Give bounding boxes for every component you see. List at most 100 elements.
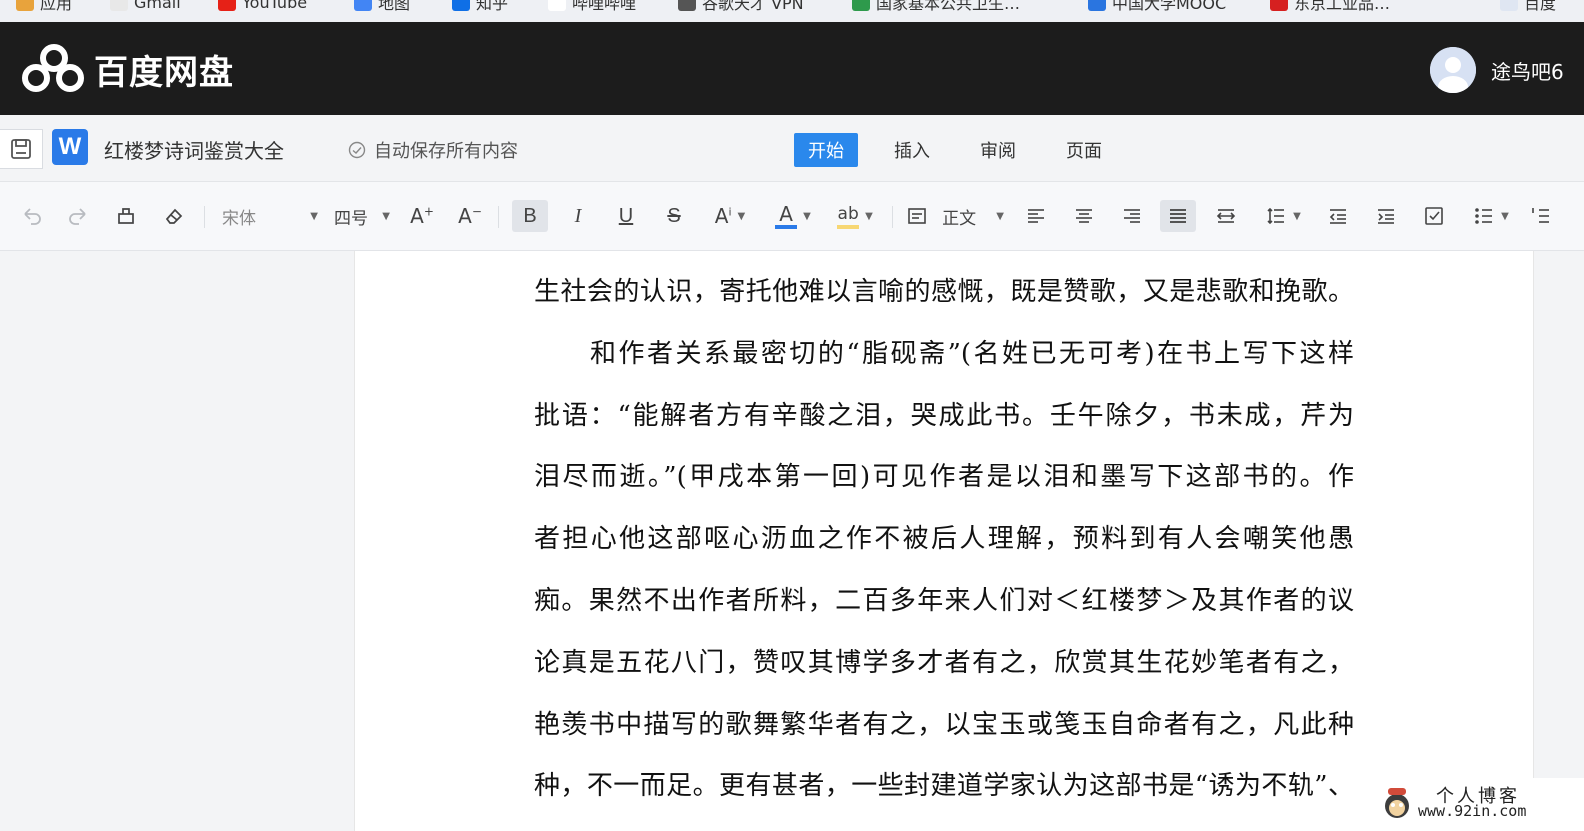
- paragraph-line: 论真是五花八门，赞叹其博学多才者有之，欣赏其生花妙笔者有之，: [534, 647, 1354, 678]
- justify-button[interactable]: [1160, 200, 1196, 232]
- align-right-icon: [1124, 209, 1140, 223]
- eraser-icon: [165, 208, 183, 224]
- tab-page[interactable]: 页面: [1052, 133, 1116, 167]
- font-increase-icon: A+: [410, 204, 434, 228]
- bookmark-item[interactable]: 百度: [1500, 0, 1556, 13]
- chevron-down-icon: ▼: [310, 210, 318, 222]
- bookmark-item[interactable]: 中国大学MOOC: [1088, 0, 1226, 13]
- bookmark-item[interactable]: 东京工业品…: [1270, 0, 1390, 13]
- distribute-button[interactable]: [1212, 200, 1240, 232]
- bookmark-label: 谷歌天才 VPN: [702, 0, 804, 13]
- chevron-down-icon: ▼: [996, 210, 1004, 222]
- numbered-list-button[interactable]: [1530, 200, 1576, 232]
- bookmark-item[interactable]: 应用: [16, 0, 72, 13]
- autosave-status: 自动保存所有内容: [348, 137, 518, 163]
- bookmark-favicon-icon: [548, 0, 566, 11]
- save-icon: [11, 139, 31, 159]
- brand-name: 百度网盘: [94, 52, 234, 93]
- font-color-button[interactable]: A ▼: [770, 200, 816, 232]
- tab-start[interactable]: 开始: [794, 133, 858, 167]
- paragraph-line: 种，不一而足。更有甚者，一些封建道学家认为这部书是“诱为不轨”、: [534, 771, 1354, 802]
- bookmark-item[interactable]: 谷歌天才 VPN: [678, 0, 804, 13]
- checklist-button[interactable]: [1420, 200, 1448, 232]
- align-center-icon: [1076, 209, 1092, 223]
- undo-button[interactable]: [18, 200, 46, 232]
- autosave-label: 自动保存所有内容: [374, 141, 518, 162]
- format-painter-icon: [118, 208, 134, 224]
- redo-button[interactable]: [64, 200, 92, 232]
- increase-indent-button[interactable]: [1372, 200, 1400, 232]
- chevron-down-icon: ▼: [803, 210, 811, 222]
- watermark-url: www.92in.com: [1418, 802, 1527, 820]
- bold-button[interactable]: B: [512, 200, 548, 232]
- underline-button[interactable]: U: [612, 200, 640, 232]
- font-family-value: 宋体: [222, 208, 256, 229]
- bookmark-favicon-icon: [218, 0, 236, 11]
- undo-icon: [24, 208, 41, 225]
- chevron-down-icon: ▼: [865, 210, 873, 222]
- app-header: 百度网盘 途鸟吧6: [0, 22, 1584, 115]
- superscript-button[interactable]: Ai ▼: [708, 200, 752, 232]
- bookmark-item[interactable]: 哔哩哔哩: [548, 0, 636, 13]
- italic-button[interactable]: I: [564, 200, 592, 232]
- font-size-select[interactable]: 四号 ▼: [334, 200, 390, 232]
- toolbar-divider: [204, 206, 205, 228]
- bookmark-item[interactable]: 知乎: [452, 0, 508, 13]
- decrease-indent-button[interactable]: [1324, 200, 1352, 232]
- bookmark-label: 百度: [1524, 0, 1557, 13]
- bookmark-item[interactable]: Gmail: [110, 0, 181, 13]
- paragraph-style-icon: [908, 208, 926, 224]
- paragraph-style-value: 正文: [942, 208, 977, 229]
- bookmark-favicon-icon: [16, 0, 34, 11]
- bookmark-label: YouTube: [242, 0, 308, 12]
- paragraph-line: 和作者关系最密切的“脂砚斋”(名姓已无可考)在书上写下这样: [590, 338, 1354, 369]
- format-painter-button[interactable]: [112, 200, 140, 232]
- align-right-button[interactable]: [1118, 200, 1146, 232]
- tab-insert[interactable]: 插入: [880, 133, 944, 167]
- align-center-button[interactable]: [1070, 200, 1098, 232]
- checkbox-icon: [1425, 207, 1443, 225]
- decrease-font-button[interactable]: A−: [456, 200, 484, 232]
- tab-review[interactable]: 审阅: [966, 133, 1030, 167]
- document-title[interactable]: 红楼梦诗词鉴赏大全: [104, 135, 284, 164]
- font-size-value: 四号: [334, 208, 368, 229]
- font-color-swatch: [775, 225, 798, 229]
- username[interactable]: 途鸟吧6: [1491, 56, 1564, 85]
- chevron-down-icon: ▼: [1501, 210, 1509, 222]
- paragraph-line: 生社会的认识，寄托他难以言喻的感慨，既是赞歌，又是悲歌和挽歌。: [534, 277, 1354, 307]
- chevron-down-icon: ▼: [382, 210, 390, 222]
- bookmark-favicon-icon: [354, 0, 372, 11]
- wps-writer-icon: W: [52, 129, 88, 165]
- user-avatar[interactable]: [1430, 47, 1476, 93]
- bookmark-favicon-icon: [1270, 0, 1288, 11]
- bullet-list-icon: [1475, 208, 1493, 224]
- bookmark-label: 知乎: [476, 0, 509, 13]
- bookmark-item[interactable]: YouTube: [218, 0, 307, 13]
- distribute-icon: [1216, 209, 1236, 223]
- highlight-icon: ab: [837, 203, 860, 229]
- paragraph-style-select[interactable]: 正文 ▼: [906, 200, 1004, 232]
- increase-font-button[interactable]: A+: [408, 200, 436, 232]
- save-button[interactable]: [0, 129, 43, 169]
- baidu-netdisk-logo[interactable]: 百度网盘: [22, 44, 234, 94]
- paragraph-line: 泪尽而逝。”(甲戌本第一回)可见作者是以泪和墨写下这部书的。作: [534, 462, 1354, 493]
- paragraph-line: 艳羡书中描写的歌舞繁华者有之，以宝玉或笺玉自命者有之，凡此种: [534, 709, 1354, 740]
- outdent-icon: [1329, 209, 1346, 224]
- cloud-logo-icon: [22, 44, 86, 94]
- bookmark-item[interactable]: 国家基本公共卫生…: [852, 0, 1020, 13]
- align-left-button[interactable]: [1022, 200, 1050, 232]
- clear-format-button[interactable]: [160, 200, 188, 232]
- chevron-down-icon: ▼: [737, 210, 746, 222]
- document-body[interactable]: 生社会的认识，寄托他难以言喻的感慨，既是赞歌，又是悲歌和挽歌。和作者关系最密切的…: [534, 262, 1354, 818]
- highlight-swatch: [837, 225, 860, 229]
- bullet-list-button[interactable]: ▼: [1468, 200, 1514, 232]
- toolbar-divider: [892, 206, 893, 228]
- check-circle-icon: [348, 141, 366, 159]
- line-spacing-button[interactable]: ▼: [1260, 200, 1306, 232]
- strikethrough-button[interactable]: S: [660, 200, 688, 232]
- font-family-select[interactable]: 宋体 ▼: [222, 200, 318, 232]
- toolbar-divider: [498, 206, 499, 228]
- bookmark-item[interactable]: 地图: [354, 0, 410, 13]
- highlight-button[interactable]: ab ▼: [832, 200, 878, 232]
- bookmark-label: 国家基本公共卫生…: [876, 0, 1021, 13]
